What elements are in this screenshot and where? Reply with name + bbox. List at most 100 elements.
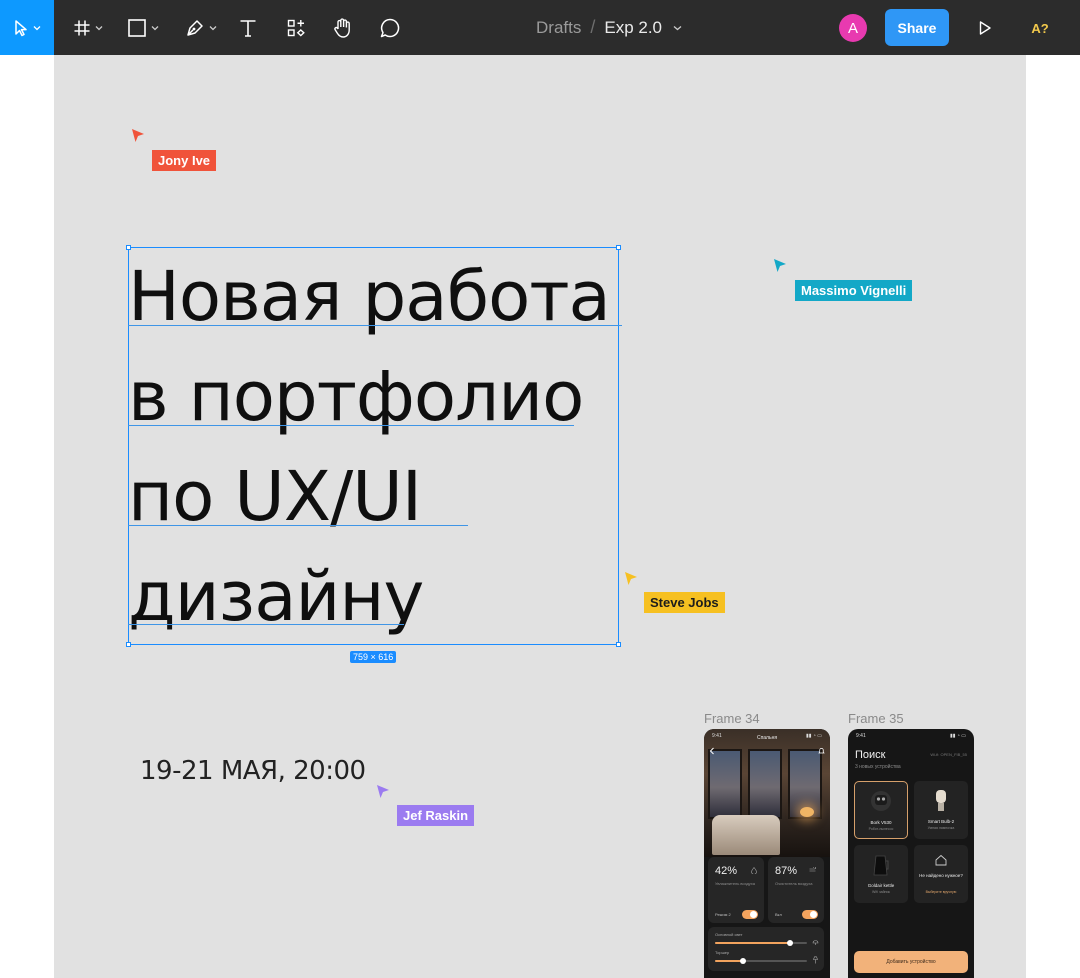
status-time: 9:41: [856, 733, 866, 739]
play-icon: [979, 21, 991, 35]
text-baseline-guide: [128, 325, 622, 326]
comment-bubble-icon: [380, 18, 400, 37]
collaborator-label-jef-raskin: Jef Raskin: [397, 805, 475, 826]
humidifier-mode: Режим 2: [715, 912, 731, 917]
pen-nib-icon: [187, 19, 203, 36]
floor-lamp-slider[interactable]: [715, 958, 807, 964]
pen-tool-button[interactable]: [180, 0, 222, 55]
back-chevron-icon[interactable]: [709, 747, 715, 755]
device-card-not-found[interactable]: Не найдено нужное? Выберите вручную: [914, 845, 968, 903]
main-light-slider[interactable]: [715, 940, 807, 946]
home-search-icon: [935, 854, 947, 866]
purifier-toggle[interactable]: [802, 910, 818, 919]
device-name: Goldair kettle: [867, 883, 895, 888]
breadcrumb-separator: /: [590, 17, 596, 37]
room-lamp: [800, 807, 814, 817]
present-button[interactable]: [972, 14, 998, 42]
share-button[interactable]: Share: [885, 9, 949, 46]
kettle-icon: [873, 855, 889, 876]
headline-text[interactable]: Новая работа в портфолио по UX/UI дизайн…: [128, 247, 611, 647]
room-bed: [712, 815, 780, 855]
breadcrumb-project[interactable]: Drafts: [536, 18, 581, 38]
chevron-down-icon: [151, 25, 159, 30]
toolbar: Drafts / Exp 2.0 A Share A?: [0, 0, 1080, 55]
chevron-down-icon: [209, 25, 217, 30]
device-not-found-text: Не найдено нужное?: [919, 873, 963, 878]
chevron-down-icon: [33, 25, 41, 30]
hand-tool-button[interactable]: [328, 0, 358, 55]
comment-tool-button[interactable]: [376, 0, 404, 55]
purifier-label: Очиститель воздуха: [775, 881, 813, 886]
room-title: Спальня: [756, 735, 778, 741]
bell-icon[interactable]: [818, 747, 825, 755]
collaborator-cursor-icon: [377, 785, 389, 798]
ceiling-lamp-icon: [812, 940, 819, 945]
choose-manually-link[interactable]: Выберите вручную: [914, 890, 968, 894]
robot-vacuum-icon: [871, 791, 891, 811]
move-tool-button[interactable]: [0, 0, 54, 55]
text-baseline-guide: [128, 525, 468, 526]
selection-size-badge: 759 × 616: [350, 651, 397, 663]
text-baseline-guide: [128, 425, 574, 426]
text-tool-button[interactable]: [234, 0, 262, 55]
floor-lamp-slider-knob[interactable]: [739, 958, 746, 964]
lights-card: Основной свет Торшер: [708, 927, 824, 971]
headline-line: Новая работа: [128, 257, 611, 337]
device-card-smart-bulb[interactable]: Smart Bulb-2 Умная лампочка: [914, 781, 968, 839]
add-device-button[interactable]: Добавить устройство: [854, 951, 968, 973]
headline-line: дизайну: [128, 557, 424, 637]
humidifier-card[interactable]: 42% Увлажнитель воздуха Режим 2: [708, 857, 764, 923]
device-name: Smart Bulb-2: [927, 819, 955, 824]
collaborator-label-massimo-vignelli: Massimo Vignelli: [795, 280, 913, 301]
frame-35-label[interactable]: Frame 35: [848, 711, 904, 726]
frame-tool-button[interactable]: [68, 0, 108, 55]
event-date-text[interactable]: 19-21 МАЯ, 20:00: [140, 756, 366, 786]
resize-handle[interactable]: [616, 245, 621, 250]
main-light-slider-fill: [715, 942, 791, 944]
device-name: Bork V530: [870, 820, 892, 825]
status-icons: ▮▮ ◔ ▭: [949, 733, 966, 739]
wind-icon: [809, 867, 816, 872]
main-light-label: Основной свет: [715, 932, 743, 937]
collaborator-cursor-icon: [774, 259, 786, 272]
shape-tool-button[interactable]: [122, 0, 164, 55]
frame-34-label[interactable]: Frame 34: [704, 711, 760, 726]
file-menu-chevron-icon[interactable]: [673, 25, 682, 31]
breadcrumb-file-name[interactable]: Exp 2.0: [604, 18, 662, 38]
collaborator-label-steve-jobs: Steve Jobs: [644, 592, 725, 613]
resize-handle[interactable]: [616, 642, 621, 647]
frame-34[interactable]: 9:41 ▮▮ ◔ ▭ Спальня 42% Увлажнитель возд…: [704, 729, 830, 978]
device-card-kettle[interactable]: Goldair kettle Wifi чайник: [854, 845, 908, 903]
device-type: Умная лампочка: [927, 826, 955, 830]
chevron-down-icon: [95, 25, 103, 30]
headline-line: по UX/UI: [128, 457, 422, 537]
text-baseline-guide: [128, 624, 404, 625]
design-canvas[interactable]: Jony Ive Massimo Vignelli Новая работа в…: [54, 55, 1026, 978]
hand-icon: [334, 17, 350, 38]
rectangle-icon: [128, 18, 146, 37]
floor-lamp-icon: [813, 956, 818, 964]
search-subtitle: 3 новых устройства: [855, 764, 901, 770]
room-window: [748, 749, 782, 819]
frame-hash-icon: [74, 20, 90, 35]
purifier-state: Вкл: [775, 912, 782, 917]
main-light-slider-knob[interactable]: [787, 940, 794, 946]
user-avatar[interactable]: A: [839, 14, 867, 42]
humidifier-label: Увлажнитель воздуха: [715, 881, 755, 886]
floor-lamp-slider-fill: [715, 960, 743, 962]
floor-lamp-label: Торшер: [715, 950, 730, 955]
droplet-icon: [751, 867, 757, 874]
purifier-card[interactable]: 87% Очиститель воздуха Вкл: [768, 857, 824, 923]
headline-line: в портфолио: [128, 357, 584, 437]
accessibility-button[interactable]: A?: [1028, 14, 1052, 42]
wifi-network: Wi-fi: OPEN_FIB_55: [930, 752, 967, 757]
humidifier-value: 42%: [715, 865, 738, 877]
search-title: Поиск: [855, 749, 886, 761]
collaborator-label-jony-ive: Jony Ive: [152, 150, 217, 171]
humidifier-toggle[interactable]: [742, 910, 758, 919]
device-card-bork[interactable]: Bork V530 Робот-пылесос: [854, 781, 908, 839]
collaborator-cursor-icon: [132, 129, 144, 142]
resources-tool-button[interactable]: [282, 0, 310, 55]
frame-35[interactable]: 9:41 ▮▮ ◔ ▭ Поиск 3 новых устройства Wi-…: [848, 729, 974, 978]
room-window: [708, 749, 742, 819]
